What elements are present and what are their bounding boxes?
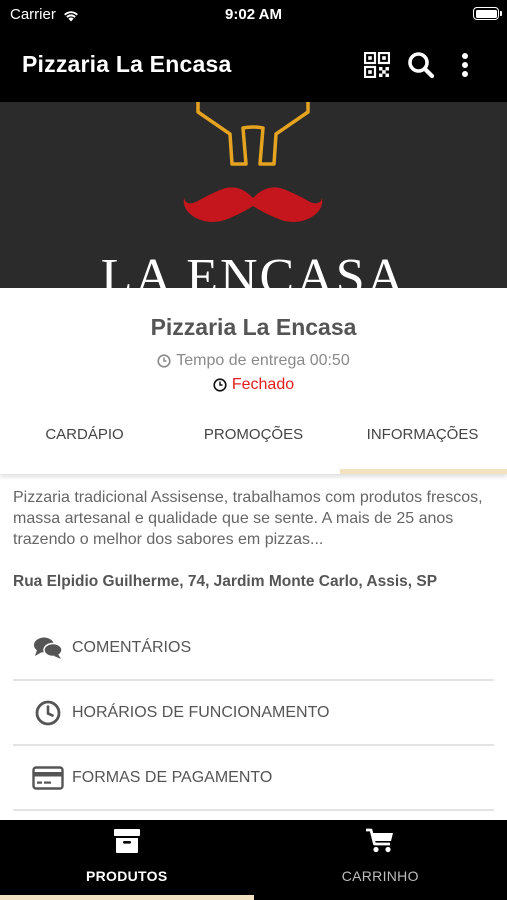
qr-code-button[interactable] — [360, 48, 394, 82]
comments-icon — [31, 633, 65, 663]
clock-icon — [31, 698, 65, 728]
restaurant-description: Pizzaria tradicional Assisense, trabalha… — [13, 489, 483, 548]
payment-methods-item[interactable]: FORMAS DE PAGAMENTO — [13, 746, 494, 811]
nav-carrinho-label: CARRINHO — [341, 868, 419, 884]
app-title: Pizzaria La Encasa — [22, 51, 232, 77]
opening-hours-item[interactable]: HORÁRIOS DE FUNCIONAMENTO — [13, 681, 494, 746]
tab-bar: CARDÁPIO PROMOÇÕES INFORMAÇÕES — [0, 412, 507, 474]
nav-produtos-label: PRODUTOS — [86, 868, 168, 884]
tab-promocoes[interactable]: PROMOÇÕES — [169, 412, 338, 474]
archive-box-icon — [113, 829, 140, 853]
open-status: Fechado — [0, 376, 507, 394]
payment-methods-label: FORMAS DE PAGAMENTO — [72, 768, 273, 786]
opening-hours-label: HORÁRIOS DE FUNCIONAMENTO — [72, 703, 330, 721]
status-bar: Carrier 9:02 AM — [0, 0, 507, 30]
search-button[interactable] — [404, 48, 438, 82]
tab-informacoes[interactable]: INFORMAÇÕES — [338, 412, 507, 474]
app-header: Pizzaria La Encasa — [0, 30, 507, 102]
clock-time: 9:02 AM — [225, 6, 282, 23]
logo-text: LA ENCASA — [100, 249, 407, 288]
delivery-time-text: Tempo de entrega 00:50 — [176, 352, 350, 369]
comments-label: COMENTÁRIOS — [72, 638, 192, 656]
restaurant-address: Rua Elpidio Guilherme, 74, Jardim Monte … — [13, 573, 438, 590]
more-options-button[interactable] — [448, 48, 482, 82]
restaurant-name: Pizzaria La Encasa — [150, 314, 357, 340]
credit-card-icon — [31, 763, 65, 793]
qr-code-icon — [364, 52, 390, 78]
tab-cardapio[interactable]: CARDÁPIO — [0, 412, 169, 474]
open-status-text: Fechado — [231, 376, 295, 393]
info-menu-list: COMENTÁRIOS HORÁRIOS DE FUNCIONAMENTO FO… — [13, 616, 494, 811]
delivery-time: Tempo de entrega 00:50 — [0, 352, 507, 370]
bottom-navigation: PRODUTOS CARRINHO — [0, 820, 507, 900]
comments-item[interactable]: COMENTÁRIOS — [13, 616, 494, 681]
restaurant-banner: LA ENCASA — [0, 102, 507, 288]
shopping-cart-icon — [366, 828, 394, 853]
search-icon — [408, 52, 435, 79]
nav-produtos[interactable]: PRODUTOS — [0, 820, 254, 900]
clock-icon — [157, 354, 171, 368]
nav-carrinho[interactable]: CARRINHO — [254, 820, 507, 900]
clock-icon — [213, 378, 227, 392]
more-vertical-icon — [462, 53, 468, 77]
battery-icon — [473, 7, 502, 20]
